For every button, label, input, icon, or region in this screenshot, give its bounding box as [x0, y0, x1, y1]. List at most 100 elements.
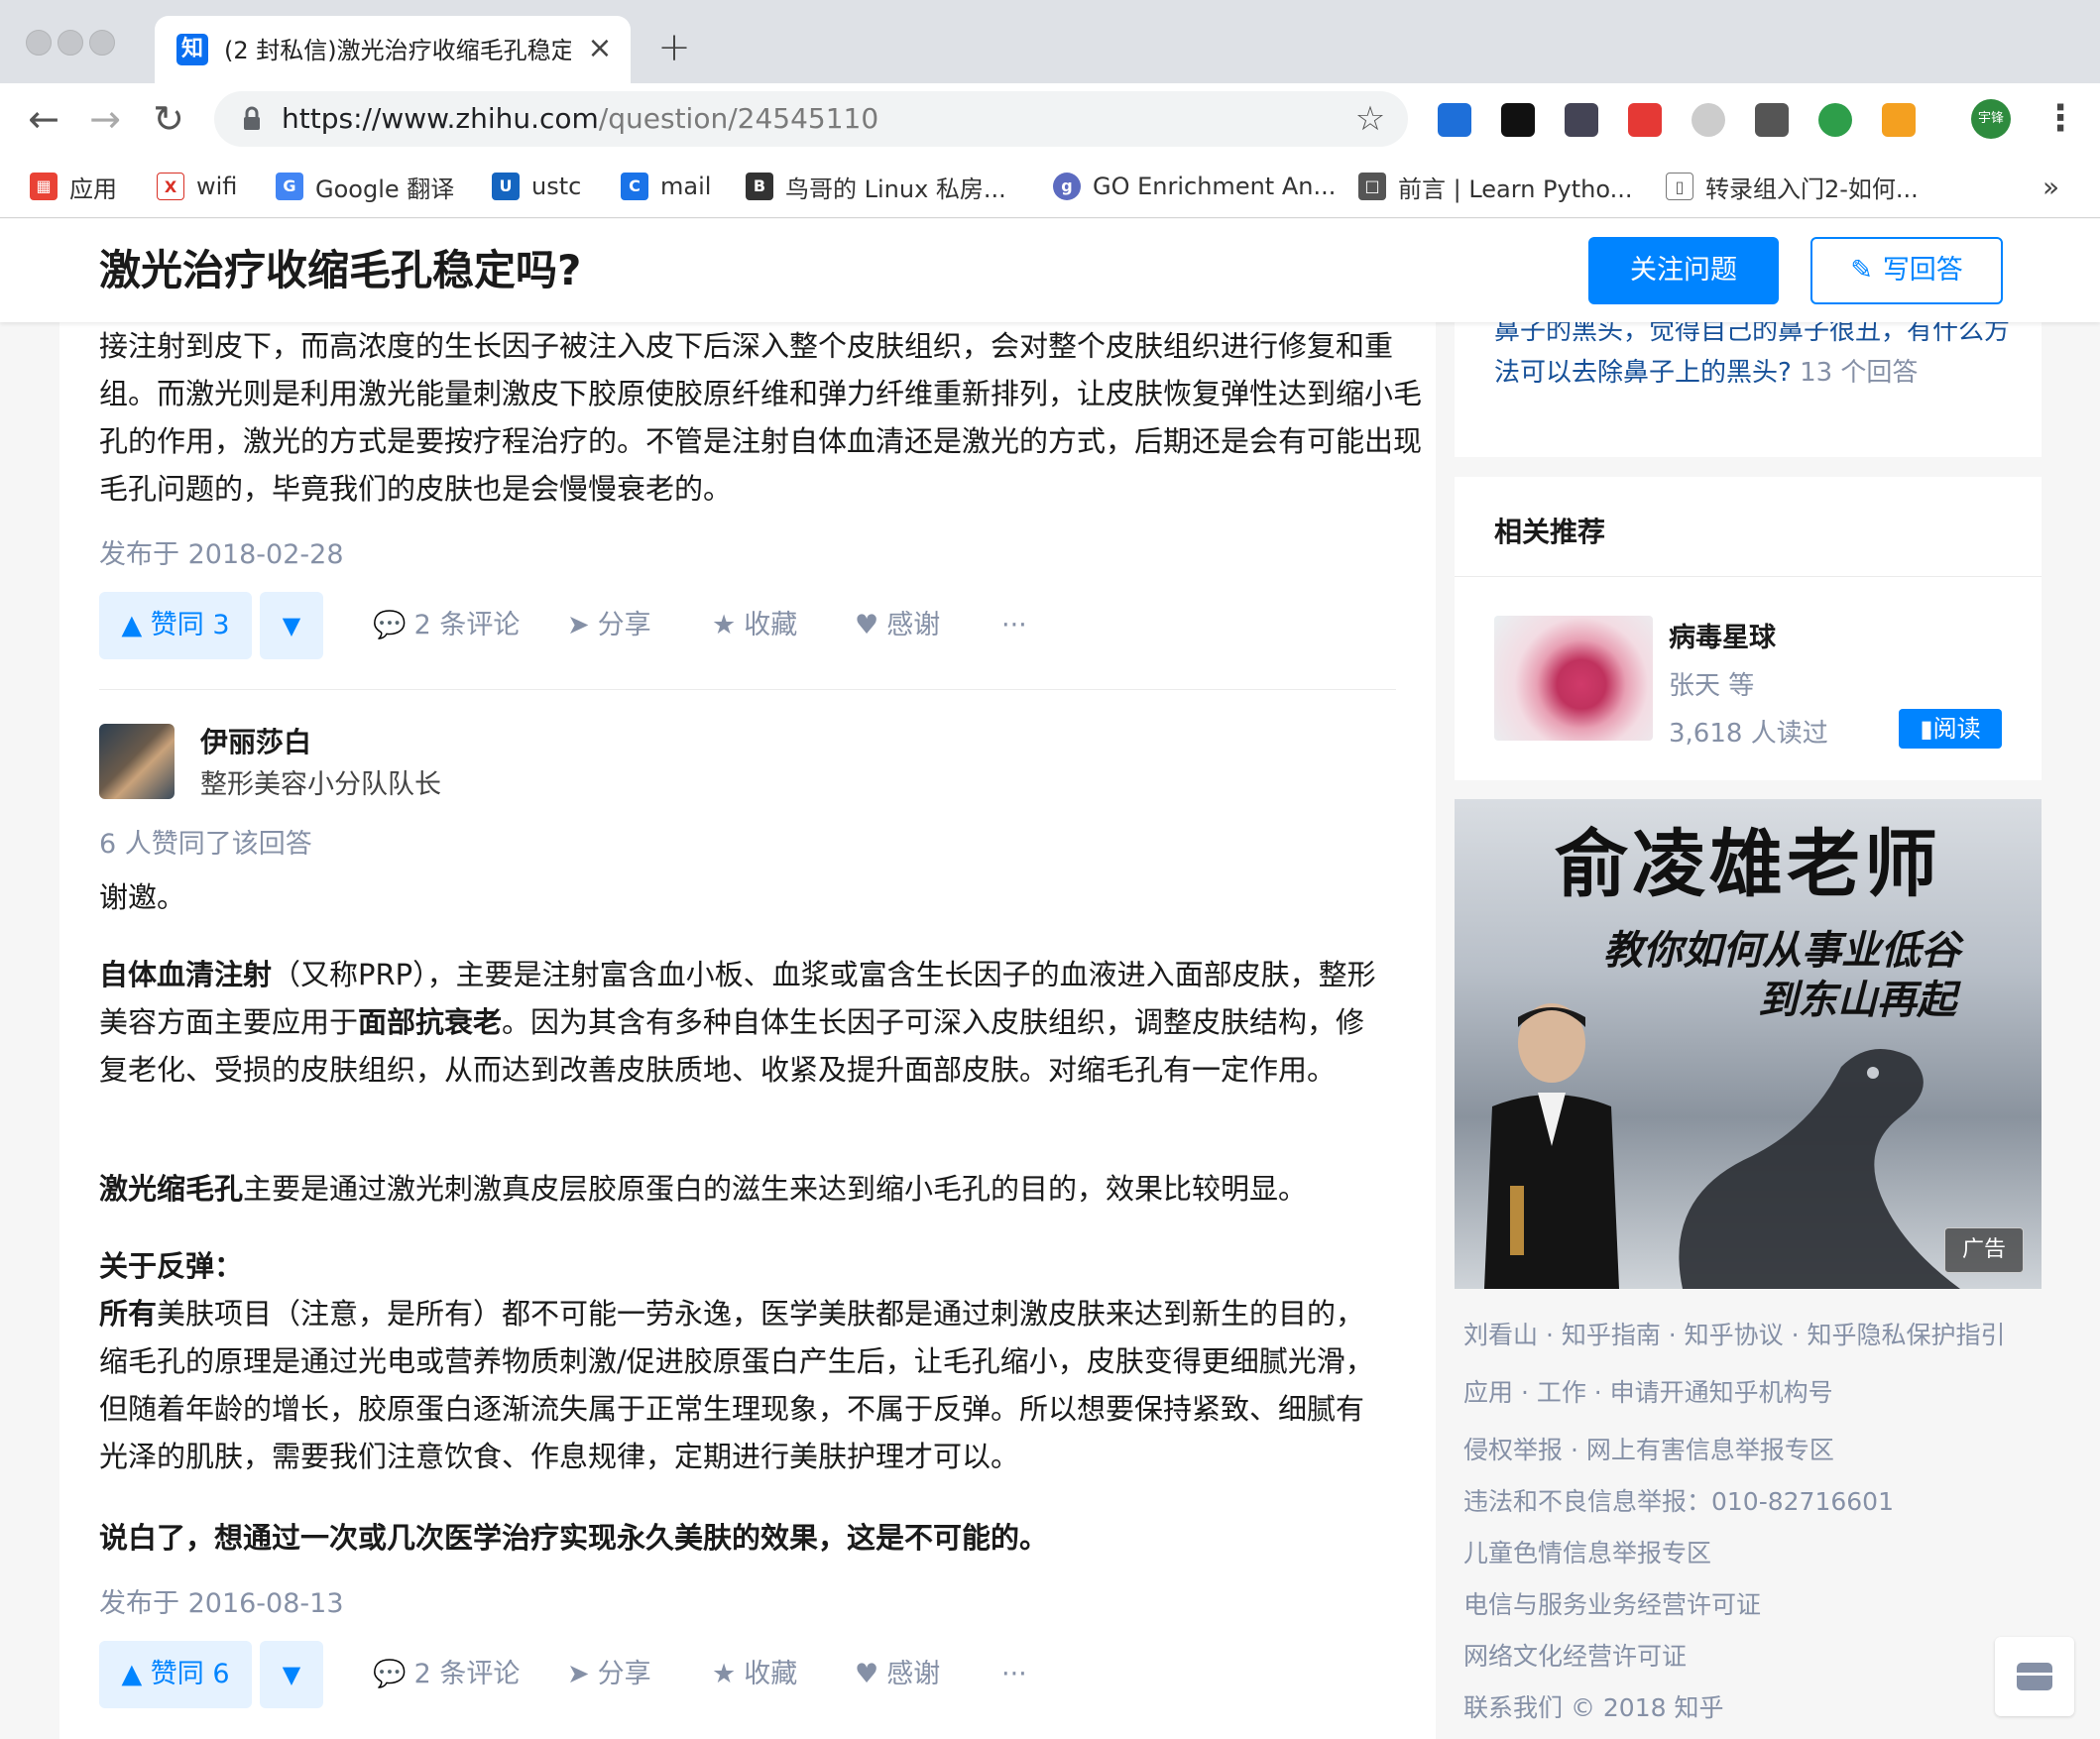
bookmark-item[interactable]: g GO Enrichment An... — [1053, 167, 1336, 206]
extension-red-icon[interactable] — [1628, 103, 1662, 137]
browser-menu-icon[interactable]: ⋮ — [2042, 97, 2078, 141]
collect-button[interactable]: ★ 收藏 — [712, 1641, 797, 1708]
related-question-text: 鼻子的黑头，觉得自己的鼻子很丑，有什么方法可以去除鼻子上的黑头? — [1494, 316, 2011, 388]
extension-owl-icon[interactable] — [1501, 103, 1535, 137]
extension-search-icon[interactable] — [1692, 103, 1725, 137]
window-zoom-dot[interactable] — [89, 30, 115, 56]
window-minimize-dot[interactable] — [58, 30, 83, 56]
bookmark-item[interactable]: G Google 翻译 — [276, 167, 454, 206]
address-bar[interactable]: https://www.zhihu.com/question/24545110 … — [214, 91, 1408, 147]
avatar[interactable] — [99, 724, 175, 799]
bookmark-label: mail — [660, 173, 712, 200]
inbox-icon — [2017, 1663, 2052, 1690]
answer-divider — [99, 689, 1396, 690]
comments-label: 2 条评论 — [413, 610, 521, 640]
reload-icon[interactable]: ↻ — [147, 97, 190, 141]
browser-tab-active[interactable]: 知 (2 封私信)激光治疗收缩毛孔稳定 × — [155, 16, 631, 83]
bookmark-item[interactable]: B 鸟哥的 Linux 私房... — [746, 167, 1006, 206]
ad-banner[interactable]: 俞凌雄老师 教你如何从事业低谷 到东山再起 广告 — [1455, 799, 2042, 1289]
bookmark-label: wifi — [196, 173, 238, 200]
vote-up-button[interactable]: ▲ 赞同 6 — [99, 1641, 252, 1708]
voters-count[interactable]: 6 人赞同了该回答 — [99, 822, 312, 861]
follow-question-button[interactable]: 关注问题 — [1588, 237, 1779, 304]
bookmarks-bar: ▦ 应用 Xwifi G Google 翻译 Uustc Cmail B 鸟哥的 Li… — [0, 155, 2100, 218]
profile-avatar[interactable]: 宇锋 — [1971, 99, 2011, 139]
collect-label: 收藏 — [744, 1659, 798, 1689]
window-close-dot[interactable] — [26, 30, 52, 56]
share-icon: ➤ — [567, 1659, 590, 1689]
question-sticky-header: 激光治疗收缩毛孔稳定吗? 关注问题 ✎ 写回答 — [0, 219, 2100, 322]
answer1-paragraph: 接注射到皮下，而高浓度的生长因子被注入皮下后深入整个皮肤组织，会对整个皮肤组织进… — [99, 329, 1423, 506]
bookmark-item[interactable]: □ 前言 | Learn Pytho... — [1358, 167, 1633, 206]
new-tab-icon[interactable]: + — [654, 28, 694, 67]
footer-telecom-license[interactable]: 电信与服务业务经营许可证 — [1463, 1585, 1761, 1621]
heart-icon: ♥ — [855, 1659, 879, 1689]
ad-badge: 广告 — [1944, 1227, 2024, 1273]
extension-notes-icon[interactable] — [1438, 103, 1471, 137]
answer1-date[interactable]: 发布于 2018-02-28 — [99, 532, 344, 571]
vote-down-button[interactable]: ▼ — [260, 592, 323, 659]
bookmark-label: 应用 — [69, 174, 117, 203]
comments-label: 2 条评论 — [413, 1659, 521, 1689]
write-answer-button[interactable]: ✎ 写回答 — [1810, 237, 2003, 304]
bookmarks-more-icon[interactable]: » — [2042, 171, 2059, 203]
extension-evernote-icon[interactable] — [1818, 103, 1852, 137]
comment-icon: 💬 — [373, 610, 407, 640]
apps-grid-icon: ▦ — [30, 173, 58, 200]
footer-culture-license[interactable]: 网络文化经营许可证 — [1463, 1637, 1687, 1673]
google-translate-icon: G — [276, 173, 303, 200]
mail-icon: C — [621, 173, 648, 200]
tab-title: (2 封私信)激光治疗收缩毛孔稳定 — [224, 37, 571, 64]
text-run: 主要是通过激光刺激真皮层胶原蛋白的滋生来达到缩小毛孔的目的，效果比较明显。 — [243, 1172, 1308, 1206]
text-run: 美肤项目（注意，是所有）都不可能一劳永逸，医学美肤都是通过刺激皮肤来达到新生的目… — [99, 1297, 1374, 1473]
bookmark-item[interactable]: Uustc — [492, 167, 581, 206]
heart-icon: ♥ — [855, 610, 879, 640]
back-arrow-icon[interactable]: ← — [22, 97, 65, 141]
url-host: https://www.zhihu.com — [282, 102, 599, 135]
footer-links-2[interactable]: 应用 · 工作 · 申请开通知乎机构号 — [1463, 1373, 1833, 1409]
related-question-link[interactable]: 鼻子的黑头，觉得自己的鼻子很丑，有什么方法可以去除鼻子上的黑头? 13 个回答 — [1494, 310, 2010, 394]
float-message-button[interactable] — [1995, 1637, 2074, 1716]
footer-report-phone[interactable]: 违法和不良信息举报：010-82716601 — [1463, 1482, 1894, 1518]
author-name[interactable]: 伊丽莎白 — [200, 721, 311, 760]
bookmark-item[interactable]: ▯ 转录组入门2-如何... — [1666, 167, 1919, 206]
footer-child-report[interactable]: 儿童色情信息举报专区 — [1463, 1534, 1711, 1569]
collect-button[interactable]: ★ 收藏 — [712, 592, 797, 659]
footer-contact[interactable]: 联系我们 © 2018 知乎 — [1463, 1688, 1723, 1724]
star-icon: ★ — [712, 1659, 737, 1689]
more-actions-button[interactable]: ··· — [1001, 1641, 1027, 1708]
share-button[interactable]: ➤ 分享 — [567, 592, 651, 659]
vote-up-button[interactable]: ▲ 赞同 3 — [99, 592, 252, 659]
book-title[interactable]: 病毒星球 — [1669, 616, 1776, 654]
bookmark-label: 前言 | Learn Pytho... — [1398, 174, 1633, 203]
vbird-icon: B — [746, 173, 773, 200]
ad-heading: 俞凌雄老师 — [1555, 822, 1941, 907]
extension-cat-icon[interactable] — [1755, 103, 1789, 137]
bookmark-item[interactable]: ▦ 应用 — [30, 167, 117, 206]
bookmark-item[interactable]: Xwifi — [157, 167, 237, 206]
forward-arrow-icon[interactable]: → — [83, 97, 127, 141]
footer-links-3[interactable]: 侵权举报 · 网上有害信息举报专区 — [1463, 1431, 1834, 1466]
answer2-p3: 激光缩毛孔主要是通过激光刺激真皮层胶原蛋白的滋生来达到缩小毛孔的目的，效果比较明… — [99, 1165, 1388, 1213]
answer1-actions: ▲ 赞同 3 ▼ 💬 2 条评论 ➤ 分享 ★ 收藏 ♥ 感谢 ··· — [99, 592, 1388, 659]
read-button[interactable]: ▮阅读 — [1899, 709, 2002, 749]
share-button[interactable]: ➤ 分享 — [567, 1641, 651, 1708]
more-actions-button[interactable]: ··· — [1001, 592, 1027, 659]
bookmark-item[interactable]: Cmail — [621, 167, 711, 206]
extension-fish-icon[interactable] — [1882, 103, 1916, 137]
bookmark-label: GO Enrichment An... — [1093, 173, 1337, 200]
book-cover-image[interactable] — [1494, 616, 1653, 741]
bookmark-star-icon[interactable]: ☆ — [1350, 99, 1390, 139]
vote-down-button[interactable]: ▼ — [260, 1641, 323, 1708]
footer-links-1[interactable]: 刘看山 · 知乎指南 · 知乎协议 · 知乎隐私保护指引 — [1463, 1316, 2006, 1351]
bookmark-label: 鸟哥的 Linux 私房... — [785, 174, 1006, 203]
thanks-button[interactable]: ♥ 感谢 — [855, 1641, 940, 1708]
browser-toolbar: ← → ↻ https://www.zhihu.com/question/245… — [0, 83, 2100, 155]
star-icon: ★ — [712, 610, 737, 640]
comments-button[interactable]: 💬 2 条评论 — [373, 592, 520, 659]
thanks-button[interactable]: ♥ 感谢 — [855, 592, 940, 659]
answer2-date[interactable]: 发布于 2016-08-13 — [99, 1581, 344, 1620]
comments-button[interactable]: 💬 2 条评论 — [373, 1641, 520, 1708]
extension-puzzle-icon[interactable] — [1565, 103, 1598, 137]
tab-close-icon[interactable]: × — [583, 32, 617, 65]
